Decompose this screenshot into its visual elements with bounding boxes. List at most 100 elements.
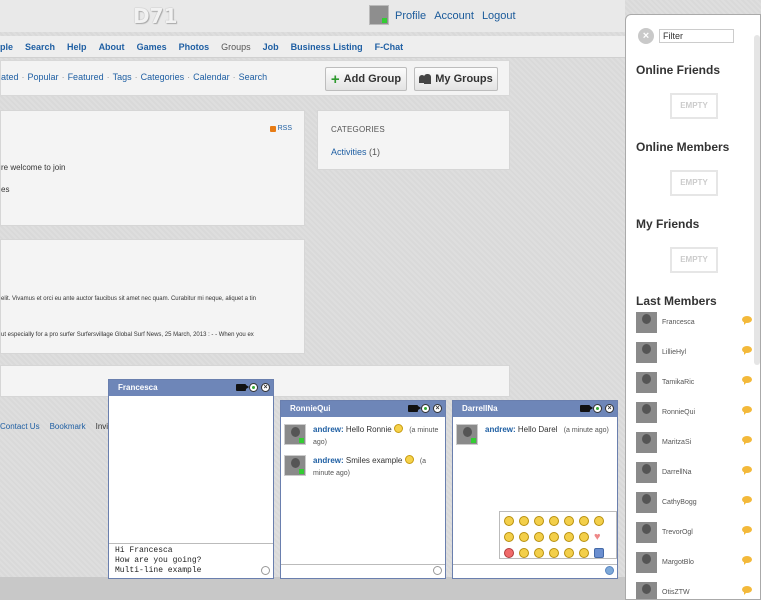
emoji-happy-icon[interactable]: [534, 516, 544, 526]
member-item[interactable]: DarrellNa: [636, 462, 754, 484]
empty-placeholder: EMPTY: [670, 247, 718, 273]
chat-message: andrew: Smiles example (a minute ago): [284, 455, 445, 479]
smiley-icon[interactable]: [605, 566, 614, 575]
chat-window-darrellna[interactable]: DarrellNa × andrew: Hello Darel (a minut…: [452, 400, 618, 579]
status-icon[interactable]: [421, 404, 430, 413]
contact-us-link[interactable]: Contact Us: [0, 422, 40, 431]
nav-item-photos[interactable]: Photos: [179, 42, 210, 52]
subnav-popular[interactable]: Popular: [28, 72, 59, 82]
member-item[interactable]: CathyBogg: [636, 492, 754, 514]
chat-window-ronniequi[interactable]: RonnieQui × andrew: Hello Ronnie (a minu…: [280, 400, 446, 579]
emoji-shock-icon[interactable]: [549, 548, 559, 558]
filter-input[interactable]: Filter: [659, 29, 734, 43]
emoji-wink-icon[interactable]: [594, 516, 604, 526]
status-icon[interactable]: [249, 383, 258, 392]
close-icon[interactable]: ×: [261, 383, 270, 392]
member-item[interactable]: MargotBlo: [636, 552, 754, 574]
subnav-calendar[interactable]: Calendar: [193, 72, 230, 82]
chat-bubble-icon[interactable]: [742, 586, 752, 595]
site-logo[interactable]: D71: [133, 4, 177, 28]
profile-link[interactable]: Profile: [395, 10, 426, 22]
subnav-tags[interactable]: Tags: [113, 72, 132, 82]
user-avatar[interactable]: [369, 5, 389, 25]
subnav-updated[interactable]: ated: [1, 72, 19, 82]
subnav-categories[interactable]: Categories: [141, 72, 185, 82]
emoji-thumbs-up-icon[interactable]: [594, 548, 604, 558]
empty-placeholder: EMPTY: [670, 93, 718, 119]
member-item[interactable]: MaritzaSi: [636, 432, 754, 454]
emoji-tongue-icon[interactable]: [519, 532, 529, 542]
emoji-smirk-icon[interactable]: [534, 548, 544, 558]
emoji-heart-icon[interactable]: ♥: [594, 532, 604, 543]
nav-item-about[interactable]: About: [99, 42, 125, 52]
chat-input[interactable]: Hi Francesca How are you going? Multi-li…: [109, 543, 273, 578]
emoji-laugh-icon[interactable]: [534, 532, 544, 542]
emoji-cry-icon[interactable]: [579, 548, 589, 558]
last-members-heading: Last Members: [636, 294, 717, 308]
video-camera-icon[interactable]: [408, 405, 421, 412]
chat-bubble-icon[interactable]: [742, 526, 752, 535]
chat-bubble-icon[interactable]: [742, 316, 752, 325]
member-item[interactable]: LillieHyl: [636, 342, 754, 364]
emoji-cool-icon[interactable]: [549, 532, 559, 542]
status-icon[interactable]: [593, 404, 602, 413]
nav-item-groups[interactable]: Groups: [221, 42, 251, 52]
category-activities[interactable]: Activities (1): [331, 147, 380, 157]
emoji-devil-icon[interactable]: [504, 548, 514, 558]
emoji-angry-icon[interactable]: [564, 548, 574, 558]
nav-item-f-chat[interactable]: F-Chat: [375, 42, 404, 52]
chat-bubble-icon[interactable]: [742, 466, 752, 475]
chat-bubble-icon[interactable]: [742, 376, 752, 385]
smile-emoji-icon: [393, 424, 403, 433]
chat-bubble-icon[interactable]: [742, 406, 752, 415]
logout-link[interactable]: Logout: [482, 10, 516, 22]
main-nav: ple Search Help About Games Photos Group…: [0, 36, 625, 58]
add-group-button[interactable]: + Add Group: [325, 67, 407, 91]
bookmark-link[interactable]: Bookmark: [50, 422, 86, 431]
emoji-grin-icon[interactable]: [519, 516, 529, 526]
member-item[interactable]: OtisZTW: [636, 582, 754, 599]
chat-window-francesca[interactable]: Francesca × Hi Francesca How are you goi…: [108, 379, 274, 579]
emoji-smile-icon[interactable]: [504, 516, 514, 526]
chat-bubble-icon[interactable]: [742, 556, 752, 565]
emoji-neutral-icon[interactable]: [549, 516, 559, 526]
nav-item-job[interactable]: Job: [263, 42, 279, 52]
member-item[interactable]: TamikaRic: [636, 372, 754, 394]
emoji-sunglasses-icon[interactable]: [579, 532, 589, 542]
member-item[interactable]: TrevorOgl: [636, 522, 754, 544]
chat-input[interactable]: [453, 564, 617, 578]
close-icon[interactable]: ×: [433, 404, 442, 413]
chat-header[interactable]: Francesca ×: [109, 380, 273, 396]
chat-bubble-icon[interactable]: [742, 346, 752, 355]
member-item[interactable]: RonnieQui: [636, 402, 754, 424]
emoji-kiss-icon[interactable]: [564, 532, 574, 542]
chat-bubble-icon[interactable]: [742, 436, 752, 445]
subnav-search[interactable]: Search: [239, 72, 268, 82]
account-link[interactable]: Account: [434, 10, 474, 22]
video-camera-icon[interactable]: [580, 405, 593, 412]
sidebar-scrollbar[interactable]: [754, 35, 760, 365]
member-item[interactable]: Francesca: [636, 312, 754, 334]
emoji-surprised-icon[interactable]: [579, 516, 589, 526]
avatar: [636, 312, 657, 333]
emoji-blush-icon[interactable]: [519, 548, 529, 558]
smiley-icon[interactable]: [433, 566, 442, 575]
rss-link[interactable]: RSS: [269, 125, 292, 132]
my-groups-button[interactable]: My Groups: [414, 67, 498, 91]
nav-item-people[interactable]: ple: [0, 42, 13, 52]
close-icon[interactable]: ×: [605, 404, 614, 413]
emoji-sad-icon[interactable]: [564, 516, 574, 526]
video-camera-icon[interactable]: [236, 384, 249, 391]
chat-input[interactable]: [281, 564, 445, 578]
emoji-confused-icon[interactable]: [504, 532, 514, 542]
smiley-icon[interactable]: [261, 566, 270, 575]
nav-item-business-listing[interactable]: Business Listing: [291, 42, 363, 52]
nav-item-search[interactable]: Search: [25, 42, 55, 52]
chat-header[interactable]: DarrellNa ×: [453, 401, 617, 417]
nav-item-games[interactable]: Games: [137, 42, 167, 52]
subnav-featured[interactable]: Featured: [68, 72, 104, 82]
close-icon[interactable]: ×: [638, 28, 654, 44]
nav-item-help[interactable]: Help: [67, 42, 87, 52]
chat-bubble-icon[interactable]: [742, 496, 752, 505]
chat-header[interactable]: RonnieQui ×: [281, 401, 445, 417]
